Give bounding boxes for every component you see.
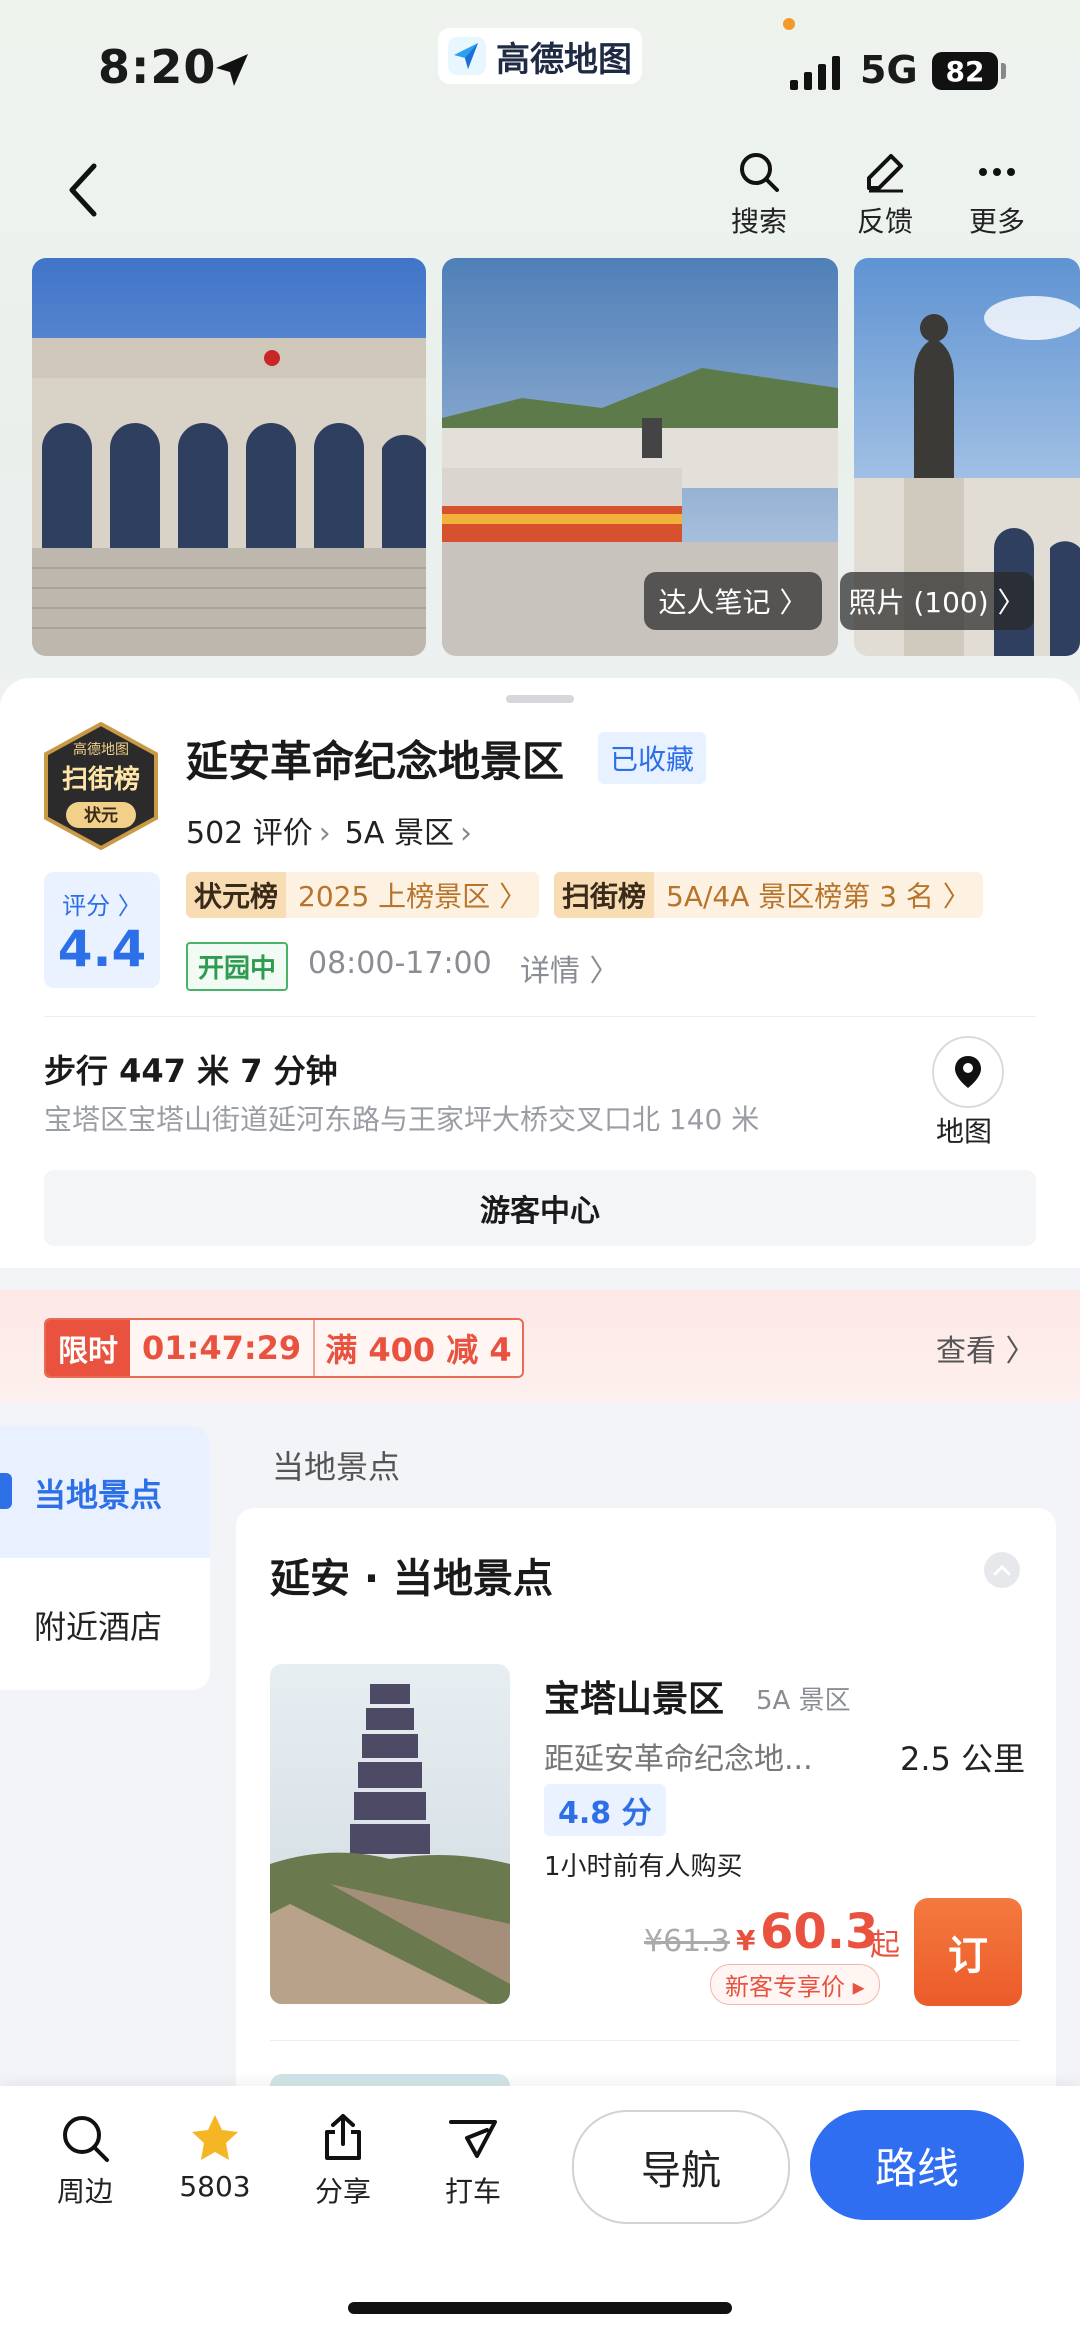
more-label: 更多 bbox=[968, 205, 1025, 238]
pagoda-photo bbox=[270, 1664, 510, 2004]
chevron-right-icon: › bbox=[459, 816, 472, 851]
new-customer-tag[interactable]: 新客专享价 ▸ bbox=[710, 1964, 880, 2005]
battery-icon: 82 bbox=[932, 52, 998, 90]
attraction-name[interactable]: 宝塔山景区 bbox=[544, 1670, 724, 1722]
home-indicator[interactable] bbox=[348, 2302, 732, 2314]
promo-countdown: 01:47:29 bbox=[130, 1320, 316, 1376]
attractions-card-title: 延安 · 当地景点 bbox=[270, 1556, 554, 1602]
back-chevron-icon[interactable] bbox=[60, 160, 110, 220]
tab-local-attractions[interactable]: 当地景点 bbox=[34, 1470, 162, 1516]
navigate-button[interactable]: 导航 bbox=[572, 2110, 790, 2224]
memorial-hall-photo bbox=[32, 258, 426, 656]
map-pin-icon bbox=[955, 1056, 981, 1088]
signal-strength-icon bbox=[790, 56, 840, 90]
attraction-price: 60.3 bbox=[760, 1904, 879, 1960]
battery-level: 82 bbox=[945, 54, 985, 88]
search-icon bbox=[740, 153, 779, 192]
route-button[interactable]: 路线 bbox=[810, 2110, 1024, 2220]
map-label: 地图 bbox=[936, 1115, 993, 1148]
attraction-old-price: ¥61.3 bbox=[644, 1924, 730, 1959]
privacy-indicator-dot bbox=[783, 18, 795, 30]
badge-top-text: 高德地图 bbox=[73, 741, 129, 758]
rank-tag-1-text: 2025 上榜景区 〉 bbox=[298, 880, 528, 913]
attraction-recent-purchase: 1小时前有人购买 bbox=[544, 1852, 743, 1882]
taxi-icon bbox=[449, 2120, 497, 2158]
promo-view-link[interactable]: 查看 〉 bbox=[936, 1326, 1036, 1370]
visitor-center-button[interactable]: 游客中心 bbox=[44, 1170, 1036, 1246]
nearby-label: 周边 bbox=[56, 2175, 113, 2208]
score-label: 评分 〉 bbox=[62, 892, 142, 920]
search-button[interactable]: 搜索 bbox=[714, 150, 804, 240]
opening-hours: 08:00-17:00 bbox=[308, 946, 492, 981]
rank-tag-1-name: 状元榜 bbox=[186, 872, 287, 918]
rank-tag-1[interactable]: 状元榜 2025 上榜景区 〉 bbox=[186, 872, 540, 918]
chevron-up-icon bbox=[993, 1564, 1011, 1576]
promo-offer: 满 400 减 4 bbox=[325, 1331, 512, 1369]
more-dots-icon bbox=[979, 168, 1015, 176]
favorite-button[interactable]: 5803 bbox=[160, 2112, 270, 2203]
feedback-button[interactable]: 反馈 bbox=[840, 150, 930, 240]
star-icon bbox=[192, 2115, 238, 2160]
section-label: 当地景点 bbox=[272, 1448, 401, 1486]
score-value: 4.4 bbox=[57, 920, 147, 978]
attraction-score: 4.8 分 bbox=[544, 1784, 666, 1836]
feedback-label: 反馈 bbox=[856, 205, 913, 238]
score-box[interactable]: 评分 〉 4.4 bbox=[44, 872, 160, 988]
location-arrow-icon bbox=[216, 54, 248, 86]
address[interactable]: 宝塔区宝塔山街道延河东路与王家坪大桥交叉口北 140 米 bbox=[44, 1098, 759, 1138]
reviews-link[interactable]: 502 评价 bbox=[186, 816, 313, 851]
hours-detail-link[interactable]: 详情 〉 bbox=[520, 946, 620, 990]
status-time: 8:20 bbox=[98, 40, 217, 94]
search-icon bbox=[63, 2116, 109, 2162]
notes-tag[interactable]: 达人笔记 〉 bbox=[644, 572, 822, 630]
photos-count-tag[interactable]: 照片 (100) 〉 bbox=[840, 572, 1034, 630]
rank-tag-2-name: 扫街榜 bbox=[554, 872, 655, 918]
rank-badge-icon: 高德地图 扫街榜 状元 bbox=[44, 722, 158, 850]
poi-meta-line: 502 评价 › 5A 景区 › bbox=[186, 808, 486, 852]
attraction-price-currency: ¥ bbox=[736, 1924, 756, 1957]
open-status-badge: 开园中 bbox=[186, 942, 289, 991]
battery-tip bbox=[1001, 63, 1006, 79]
share-button[interactable]: 分享 bbox=[288, 2112, 398, 2210]
app-brand-pill: 高德地图 bbox=[438, 28, 642, 84]
app-brand-name: 高德地图 bbox=[496, 39, 632, 80]
attraction-distance-desc: 距延安革命纪念地... bbox=[544, 1742, 813, 1777]
attraction-level: 5A 景区 bbox=[756, 1686, 851, 1716]
taxi-button[interactable]: 打车 bbox=[418, 2112, 528, 2210]
rank-tag-2[interactable]: 扫街榜 5A/4A 景区榜第 3 名 〉 bbox=[554, 872, 983, 918]
amap-logo-icon bbox=[448, 37, 486, 75]
favorited-tag[interactable]: 已收藏 bbox=[598, 732, 707, 784]
collapse-button[interactable] bbox=[984, 1552, 1020, 1588]
divider bbox=[44, 1016, 1036, 1017]
poi-title: 延安革命纪念地景区 bbox=[186, 737, 565, 786]
side-tab-indicator bbox=[0, 1473, 12, 1509]
pencil-icon bbox=[867, 154, 903, 193]
book-button[interactable]: 订 bbox=[914, 1898, 1022, 2006]
promo-limited: 限时 bbox=[46, 1320, 130, 1376]
network-type: 5G bbox=[860, 48, 918, 92]
search-label: 搜索 bbox=[730, 205, 787, 238]
promo-coupon[interactable]: 限时 01:47:29 满 400 减 4 bbox=[44, 1318, 524, 1378]
chevron-right-icon: › bbox=[318, 816, 331, 851]
attraction-distance: 2.5 公里 bbox=[900, 1740, 1026, 1778]
map-button[interactable] bbox=[932, 1036, 1004, 1108]
attraction-price-suffix: 起 bbox=[870, 1928, 900, 1963]
favorite-count: 5803 bbox=[179, 2170, 251, 2203]
share-icon bbox=[325, 2114, 361, 2160]
attraction-thumbnail[interactable] bbox=[270, 1664, 510, 2004]
item-divider bbox=[270, 2040, 1020, 2041]
share-label: 分享 bbox=[314, 2175, 371, 2208]
nearby-button[interactable]: 周边 bbox=[30, 2112, 140, 2210]
photo-memorial-hall[interactable] bbox=[32, 258, 426, 656]
drag-handle[interactable] bbox=[506, 695, 574, 703]
more-button[interactable]: 更多 bbox=[952, 150, 1042, 240]
badge-mid-text: 扫街榜 bbox=[62, 764, 140, 795]
level-link[interactable]: 5A 景区 bbox=[345, 816, 454, 851]
walk-distance: 步行 447 米 7 分钟 bbox=[44, 1052, 338, 1090]
taxi-label: 打车 bbox=[444, 2175, 501, 2208]
badge-bottom-text: 状元 bbox=[84, 805, 118, 826]
rank-tag-2-text: 5A/4A 景区榜第 3 名 〉 bbox=[666, 880, 971, 913]
tab-nearby-hotels[interactable]: 附近酒店 bbox=[34, 1602, 162, 1648]
